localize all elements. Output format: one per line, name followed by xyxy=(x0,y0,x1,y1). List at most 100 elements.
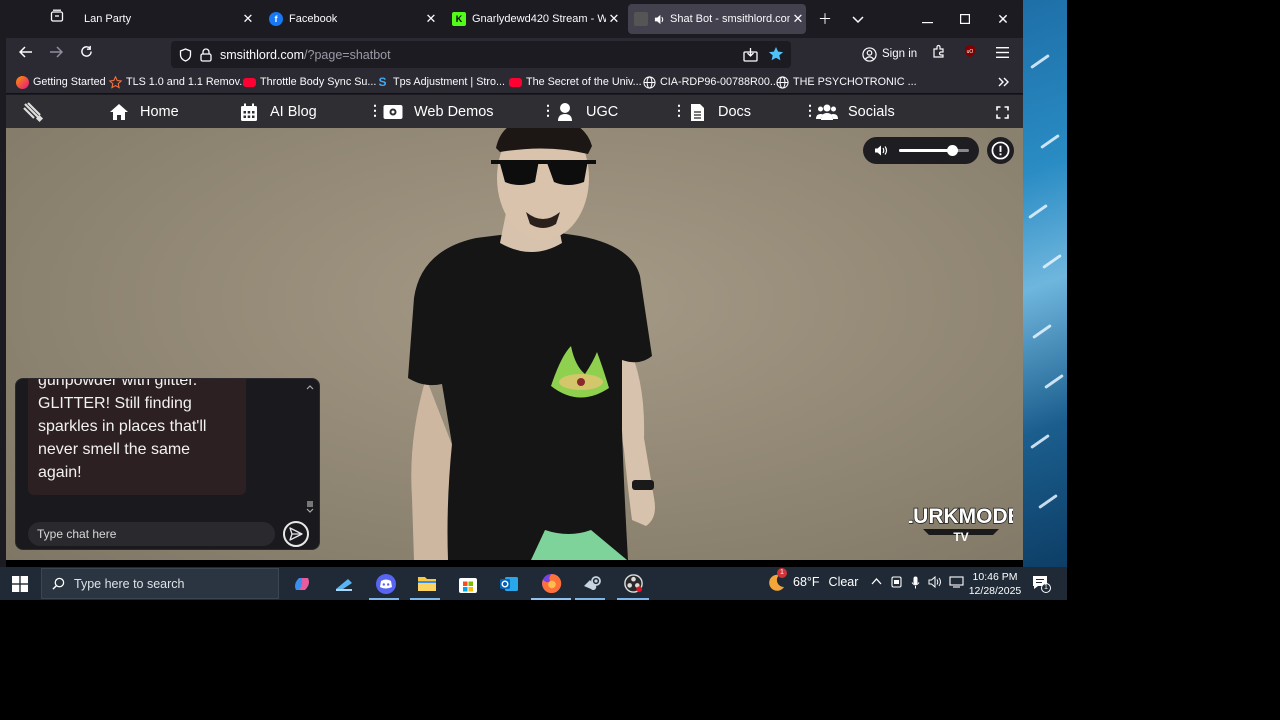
nav-home[interactable]: Home xyxy=(108,99,179,125)
file-explorer-icon[interactable] xyxy=(414,571,440,596)
windows-start-icon[interactable] xyxy=(7,571,33,596)
bookmark-star-icon[interactable] xyxy=(768,46,784,62)
nav-ugc[interactable]: UGC xyxy=(554,99,618,125)
tab-stream[interactable]: K Gnarlydewd420 Stream - Watch ✕ xyxy=(446,4,622,34)
alert-icon[interactable] xyxy=(987,137,1014,164)
chat-panel: gunpowder with glitter. GLITTER! Still f… xyxy=(15,378,320,550)
tab-list-chevron-icon[interactable] xyxy=(847,8,869,30)
svg-text:TV: TV xyxy=(953,530,968,544)
minimize-icon[interactable] xyxy=(916,8,938,30)
shield-icon[interactable] xyxy=(179,47,192,62)
steam-icon[interactable] xyxy=(579,571,605,596)
address-bar[interactable]: smsithlord.com/?page=shatbot xyxy=(171,41,791,68)
document-icon xyxy=(686,101,708,123)
search-placeholder: Type here to search xyxy=(74,576,185,591)
youtube-icon xyxy=(509,77,522,87)
menu-dots-icon[interactable]: ⋮ xyxy=(541,102,555,119)
menu-hamburger-icon[interactable] xyxy=(991,43,1013,65)
tab-shat-bot[interactable]: Shat Bot - smsithlord.com ✕ xyxy=(628,4,806,34)
bookmark-secret[interactable]: The Secret of the Univ... xyxy=(509,74,642,90)
network-icon[interactable] xyxy=(949,576,964,591)
menu-dots-icon[interactable]: ⋮ xyxy=(803,102,817,119)
volume-control[interactable] xyxy=(863,137,979,164)
bookmark-label: The Secret of the Univ... xyxy=(526,76,642,88)
taskbar-search[interactable]: Type here to search xyxy=(41,568,279,599)
bookmark-cia[interactable]: CIA-RDP96-00788R00... xyxy=(643,74,779,90)
nav-ai-blog[interactable]: AI Blog xyxy=(238,99,317,125)
close-icon[interactable]: ✕ xyxy=(790,11,806,27)
search-icon xyxy=(52,577,65,590)
new-tab-icon[interactable]: ＋ xyxy=(814,8,836,30)
bookmarks-overflow-icon[interactable] xyxy=(998,74,1010,90)
account-icon xyxy=(862,46,877,62)
tab-overview-icon[interactable] xyxy=(46,8,68,30)
site-favicon xyxy=(634,12,648,26)
tray-device-icon[interactable] xyxy=(891,576,902,591)
system-clock[interactable]: 10:46 PM 12/28/2025 xyxy=(965,570,1025,598)
speaker-icon[interactable] xyxy=(654,14,665,25)
chat-scrollbar[interactable] xyxy=(306,383,314,515)
weather-widget[interactable]: 1 68°F Clear xyxy=(766,568,858,591)
bookmark-label: Getting Started xyxy=(33,76,106,88)
bookmark-tls[interactable]: TLS 1.0 and 1.1 Remov... xyxy=(109,74,248,90)
user-badge-icon xyxy=(554,101,576,123)
fullscreen-icon[interactable] xyxy=(996,99,1009,125)
close-icon[interactable]: ✕ xyxy=(240,11,256,27)
bookmark-throttle[interactable]: Throttle Body Sync Su... xyxy=(243,74,376,90)
reload-icon[interactable] xyxy=(75,43,97,65)
url-text: smsithlord.com/?page=shatbot xyxy=(220,48,391,62)
chat-input[interactable] xyxy=(28,522,275,546)
nav-web-demos-label: Web Demos xyxy=(414,104,494,120)
close-icon[interactable]: ✕ xyxy=(606,11,622,27)
nav-docs[interactable]: Docs xyxy=(686,99,751,125)
extensions-icon[interactable] xyxy=(928,43,950,65)
back-arrow-icon[interactable] xyxy=(15,43,37,65)
outlook-icon[interactable] xyxy=(496,571,522,596)
discord-icon[interactable] xyxy=(373,571,399,596)
site-logo-icon[interactable] xyxy=(22,99,44,125)
volume-thumb[interactable] xyxy=(946,145,958,156)
avatar-viewport[interactable]: gunpowder with glitter. GLITTER! Still f… xyxy=(6,128,1023,560)
youtube-icon xyxy=(243,77,256,87)
bookmark-label: CIA-RDP96-00788R00... xyxy=(660,76,779,88)
obs-icon[interactable] xyxy=(620,571,646,596)
nav-web-demos[interactable]: Web Demos xyxy=(382,99,494,125)
volume-icon[interactable] xyxy=(874,144,888,157)
bookmark-psychotronic[interactable]: THE PSYCHOTRONIC ... xyxy=(776,74,917,90)
bookmark-tps[interactable]: S Tps Adjustment | Stro... xyxy=(376,74,505,90)
speaker-tray-icon[interactable] xyxy=(928,575,942,591)
sign-in-button[interactable]: Sign in xyxy=(862,42,917,66)
maximize-icon[interactable] xyxy=(954,8,976,30)
close-window-icon[interactable]: ✕ xyxy=(992,8,1014,30)
weather-moon-icon: 1 xyxy=(766,568,787,591)
tab-facebook[interactable]: f Facebook ✕ xyxy=(261,4,439,34)
bookmark-getting-started[interactable]: Getting Started xyxy=(16,74,106,90)
ublock-icon[interactable]: uO xyxy=(959,43,981,65)
install-app-icon[interactable] xyxy=(743,47,758,62)
app-installer-icon[interactable] xyxy=(331,571,357,596)
discord-active-indicator xyxy=(369,598,399,600)
menu-dots-icon[interactable]: ⋮ xyxy=(368,102,382,119)
firefox-active-indicator xyxy=(531,598,571,600)
close-icon[interactable]: ✕ xyxy=(423,11,439,27)
steam-active-indicator xyxy=(575,598,605,600)
globe-icon xyxy=(643,75,656,89)
lock-icon[interactable] xyxy=(200,47,212,62)
microphone-icon[interactable] xyxy=(911,576,920,592)
windows-taskbar: Type here to search 1 68°F Clear 10:46 P… xyxy=(0,567,1067,600)
url-query: /?page=shatbot xyxy=(304,47,391,62)
microsoft-store-icon[interactable] xyxy=(455,571,481,596)
send-button[interactable] xyxy=(283,521,309,547)
tray-chevron-up-icon[interactable] xyxy=(871,576,882,588)
volume-slider[interactable] xyxy=(899,145,969,156)
weather-alert-badge: 1 xyxy=(777,568,787,578)
copilot-icon[interactable] xyxy=(289,571,315,596)
nav-socials[interactable]: Socials xyxy=(816,99,895,125)
tab-lan-party[interactable]: Lan Party ✕ xyxy=(76,4,256,34)
menu-dots-icon[interactable]: ⋮ xyxy=(672,102,686,119)
notification-center-icon[interactable]: 1 xyxy=(1032,575,1051,594)
firefox-taskbar-icon[interactable] xyxy=(538,571,564,596)
forward-arrow-icon[interactable] xyxy=(45,43,67,65)
send-icon xyxy=(289,527,303,541)
obs-active-indicator xyxy=(617,598,649,600)
